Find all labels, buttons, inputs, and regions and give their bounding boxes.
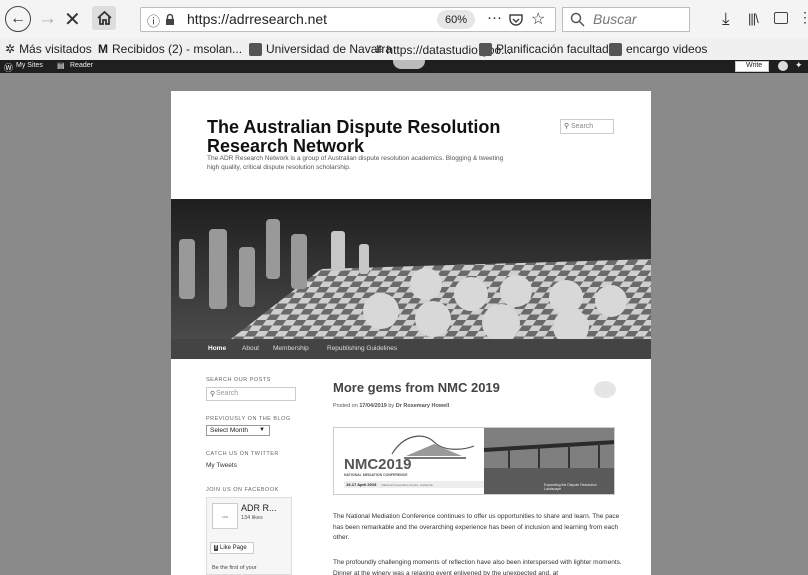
sidebar-facebook-label: JOIN US ON FACEBOOK: [206, 487, 279, 493]
menu-item-home[interactable]: Home: [208, 345, 226, 352]
post-title[interactable]: More gems from NMC 2019: [333, 380, 500, 395]
sidebar-icon[interactable]: [774, 12, 788, 24]
bookmark-most-visited[interactable]: ✲ Más visitados: [5, 42, 92, 56]
bookmark-planificacion[interactable]: Planificación facultad...: [479, 42, 619, 56]
home-button[interactable]: [92, 6, 116, 30]
url-bar[interactable]: ⓘ https://adrresearch.net 60% ··· ☆: [140, 7, 556, 32]
post-date[interactable]: 17/04/2019: [359, 403, 387, 409]
browser-toolbar: ← → ✕ ⓘ https://adrresearch.net 60% ··· …: [0, 0, 808, 38]
search-icon: ⚲: [564, 123, 570, 130]
bookmark-star-icon[interactable]: ☆: [531, 9, 545, 29]
post-paragraph-2: The profoundly challenging moments of re…: [333, 559, 622, 575]
search-bar[interactable]: Buscar: [562, 7, 690, 32]
forward-button[interactable]: →: [38, 8, 57, 30]
banner-tagline: Expanding the Dispute Resolution Landsca…: [544, 483, 597, 491]
reader-link[interactable]: Reader: [70, 62, 93, 69]
search-icon: [570, 12, 585, 27]
header-image-chess: [171, 199, 651, 339]
facebook-like-page-button[interactable]: f Like Page: [210, 542, 254, 554]
menu-icon[interactable]: ⋮: [798, 9, 808, 26]
info-icon[interactable]: ⓘ: [147, 11, 160, 30]
post-meta: Posted on 17/04/2019 by Dr Rosemary Howe…: [333, 403, 450, 409]
banner-subtitle: NATIONAL MEDIATION CONFERENCE: [344, 473, 408, 477]
library-icon[interactable]: |||\: [748, 11, 759, 26]
toolbar-pull-tab[interactable]: [393, 60, 425, 69]
my-tweets-link[interactable]: My Tweets: [206, 462, 237, 469]
stop-button[interactable]: ✕: [64, 7, 81, 32]
page-actions-icon[interactable]: ···: [487, 9, 502, 26]
chess-image: [171, 199, 651, 339]
menu-item-about[interactable]: About: [242, 345, 259, 352]
site-description: The ADR Research Network is a group of A…: [207, 155, 504, 171]
gear-icon: ✲: [5, 42, 16, 56]
bookmark-gmail[interactable]: M Recibidos (2) - msolan...: [98, 42, 242, 56]
comment-bubble-icon[interactable]: [594, 381, 616, 398]
facebook-page-name[interactable]: ADR R...: [241, 503, 277, 513]
bookmarks-bar: ✲ Más visitados M Recibidos (2) - msolan..…: [0, 38, 808, 60]
home-icon: [96, 11, 112, 25]
sidebar-twitter-label: CATCH US ON TWITTER: [206, 451, 279, 457]
sidebar-search-input[interactable]: ⚲ Search: [206, 387, 296, 401]
avatar[interactable]: [778, 61, 788, 71]
bookmark-universidad[interactable]: Universidad de Navarra: [249, 42, 392, 56]
archive-month-select[interactable]: Select Month ▼: [206, 425, 270, 436]
gmail-icon: M: [98, 42, 108, 56]
reader-icon: ▤: [57, 61, 65, 70]
wordpress-icon[interactable]: Ⓦ: [4, 61, 13, 74]
facebook-first-friend: Be the first of your: [212, 565, 257, 571]
chevron-down-icon: ▼: [259, 427, 265, 433]
document-icon: [609, 42, 622, 56]
lock-icon: [166, 13, 174, 25]
menu-item-republishing[interactable]: Republishing Guidelines: [327, 345, 397, 352]
my-sites-link[interactable]: My Sites: [16, 62, 43, 69]
zoom-indicator[interactable]: 60%: [437, 10, 475, 29]
url-text: https://adrresearch.net: [187, 11, 328, 27]
search-placeholder: Buscar: [593, 11, 637, 27]
nmc-banner-image: NMC2019 NATIONAL MEDIATION CONFERENCE 15…: [333, 427, 615, 495]
menu-item-membership[interactable]: Membership: [273, 345, 309, 352]
university-icon: [249, 42, 262, 56]
main-menu: Home About Membership Republishing Guide…: [171, 339, 651, 359]
search-icon: ⚲: [210, 391, 216, 398]
site-title[interactable]: The Australian Dispute Resolution Resear…: [207, 118, 507, 156]
post-author[interactable]: Dr Rosemary Howell: [396, 403, 450, 409]
write-button[interactable]: Write: [735, 61, 769, 72]
sidebar-archive-label: PREVIOUSLY ON THE BLOG: [206, 416, 291, 422]
web-page: The Australian Dispute Resolution Resear…: [171, 91, 651, 575]
site-search-input[interactable]: ⚲ Search: [560, 119, 614, 134]
downloads-icon[interactable]: ⤓: [722, 9, 730, 29]
pocket-icon[interactable]: [509, 13, 523, 27]
facebook-likes-count: 134 likes: [241, 515, 263, 521]
facebook-page-logo[interactable]: ADR: [212, 503, 238, 529]
post-paragraph-1: The National Mediation Conference contin…: [333, 513, 620, 541]
facebook-icon: f: [214, 545, 218, 551]
sidebar-search-label: SEARCH OUR POSTS: [206, 377, 271, 383]
bookmark-encargo[interactable]: encargo videos: [609, 42, 707, 56]
back-button[interactable]: ←: [5, 6, 31, 32]
banner-title: NMC2019: [344, 456, 412, 473]
banner-dates-bar: 15-17 April 2019 National Convention Cen…: [344, 481, 484, 488]
sheets-icon: [479, 42, 492, 56]
datastudio-icon: ⩩: [376, 42, 383, 56]
facebook-widget: ADR ADR R... 134 likes f Like Page Be the…: [206, 497, 292, 575]
notifications-icon[interactable]: ✦: [795, 60, 803, 71]
